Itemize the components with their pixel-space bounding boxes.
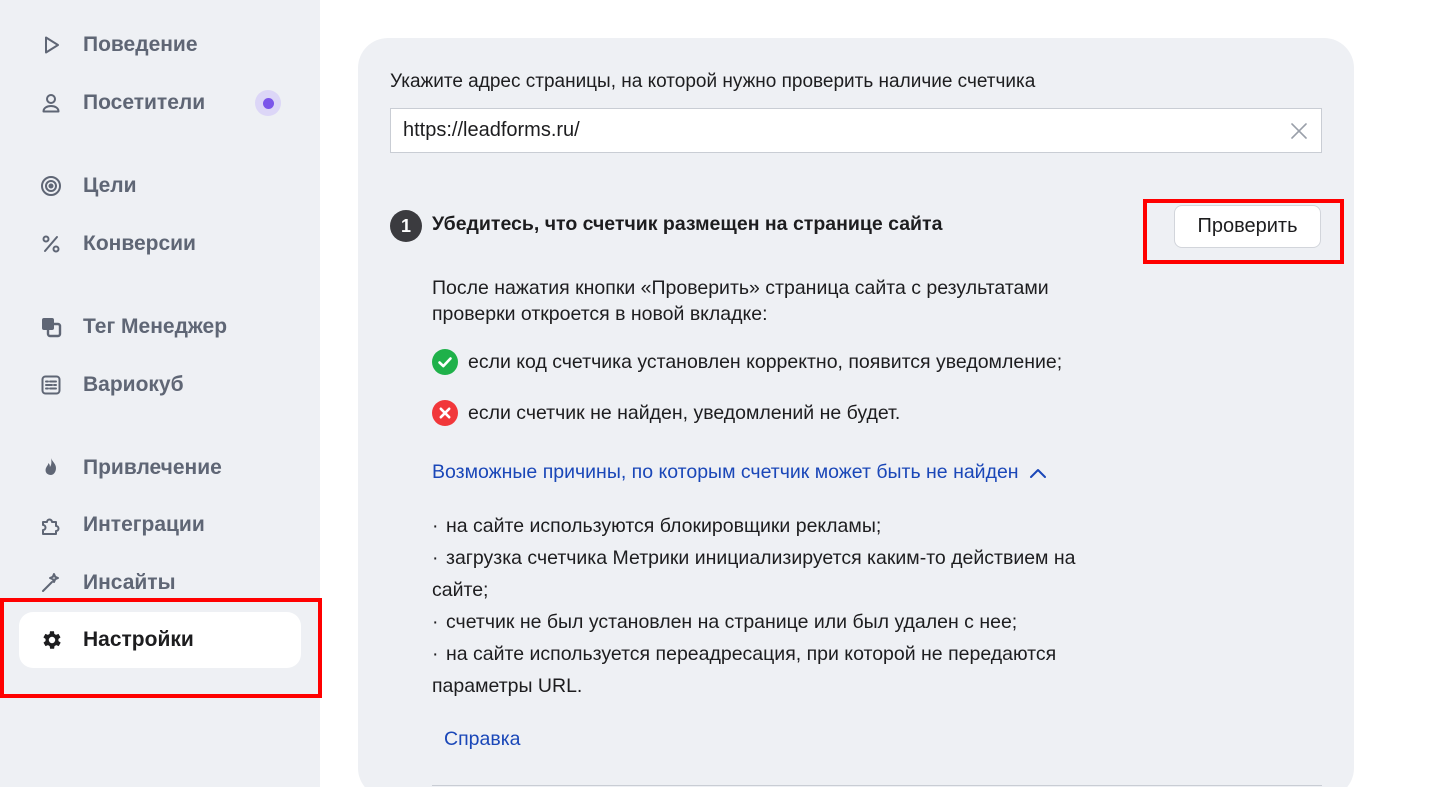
sidebar-item-label: Тег Менеджер bbox=[83, 315, 228, 338]
sidebar-item-acquisition[interactable]: Привлечение bbox=[19, 442, 301, 494]
sidebar-item-settings[interactable]: Настройки bbox=[19, 612, 301, 668]
reasons-list: · на сайте используются блокировщики рекл… bbox=[432, 510, 1152, 702]
gear-icon bbox=[38, 627, 64, 653]
sidebar-item-variocube[interactable]: Вариокуб bbox=[19, 359, 301, 411]
play-icon bbox=[38, 32, 64, 58]
step-number-badge: 1 bbox=[390, 210, 422, 242]
description-line: После нажатия кнопки «Проверить» страниц… bbox=[432, 277, 1049, 299]
step-title: Убедитесь, что счетчик размещен на стран… bbox=[432, 213, 943, 235]
help-link[interactable]: Справка bbox=[444, 728, 521, 751]
possible-reasons-label: Возможные причины, по которым счетчик мо… bbox=[432, 461, 1019, 483]
sidebar-item-insights[interactable]: Инсайты bbox=[19, 557, 301, 609]
status-fail-row: если счетчик не найден, уведомлений не б… bbox=[432, 400, 900, 426]
list-item: · на сайте используется переадресация, пр… bbox=[432, 643, 1057, 665]
error-circle-icon bbox=[432, 400, 458, 426]
flame-icon bbox=[38, 455, 64, 481]
sidebar-item-label: Инсайты bbox=[83, 571, 176, 594]
sidebar-item-conversions[interactable]: Конверсии bbox=[19, 218, 301, 270]
list-item-continuation: параметры URL. bbox=[432, 675, 583, 697]
sidebar-item-label: Интеграции bbox=[83, 513, 205, 536]
sidebar-item-behavior[interactable]: Поведение bbox=[19, 19, 301, 71]
sidebar-item-label: Посетители bbox=[83, 91, 206, 114]
url-field bbox=[390, 108, 1322, 153]
sidebar-item-label: Настройки bbox=[83, 628, 194, 651]
close-icon[interactable] bbox=[1289, 121, 1309, 141]
status-fail-text: если счетчик не найден, уведомлений не б… bbox=[468, 401, 901, 424]
sidebar-item-label: Конверсии bbox=[83, 232, 196, 255]
status-ok-text: если код счетчика установлен корректно, … bbox=[468, 350, 1063, 373]
new-badge-dot bbox=[255, 90, 281, 116]
sidebar-item-visitors[interactable]: Посетители bbox=[19, 77, 301, 129]
sidebar-item-label: Привлечение bbox=[83, 456, 222, 479]
url-prompt-label: Укажите адрес страницы, на которой нужно… bbox=[390, 71, 1036, 92]
puzzle-icon bbox=[38, 512, 64, 538]
step-description: После нажатия кнопки «Проверить» страниц… bbox=[432, 275, 1132, 327]
user-icon bbox=[38, 90, 64, 116]
check-button[interactable]: Проверить bbox=[1174, 205, 1321, 248]
url-input[interactable] bbox=[391, 109, 1251, 152]
list-item: · счетчик не был установлен на странице и… bbox=[432, 611, 1018, 633]
list-item: · загрузка счетчика Метрики инициализируе… bbox=[432, 547, 1076, 569]
sidebar-item-tag-manager[interactable]: Тег Менеджер bbox=[19, 301, 301, 353]
sidebar: Поведение Посетители Цели Конверсии Тег … bbox=[0, 0, 320, 787]
sidebar-item-label: Поведение bbox=[83, 33, 198, 56]
tag-manager-icon bbox=[38, 314, 64, 340]
divider bbox=[432, 785, 1322, 786]
list-item-continuation: сайте; bbox=[432, 579, 489, 601]
description-line: проверки откроется в новой вкладке: bbox=[432, 303, 768, 325]
chevron-up-icon bbox=[1027, 462, 1049, 484]
sidebar-item-label: Вариокуб bbox=[83, 373, 184, 396]
sidebar-item-label: Цели bbox=[83, 174, 137, 197]
target-icon bbox=[38, 173, 64, 199]
check-circle-icon bbox=[432, 349, 458, 375]
status-ok-row: если код счетчика установлен корректно, … bbox=[432, 349, 1062, 375]
percent-icon bbox=[38, 231, 64, 257]
possible-reasons-toggle[interactable]: Возможные причины, по которым счетчик мо… bbox=[432, 461, 1049, 484]
variocube-icon bbox=[38, 372, 64, 398]
sidebar-item-goals[interactable]: Цели bbox=[19, 160, 301, 212]
sparkle-wand-icon bbox=[38, 570, 64, 596]
sidebar-item-integrations[interactable]: Интеграции bbox=[19, 499, 301, 551]
list-item: · на сайте используются блокировщики рекл… bbox=[432, 515, 882, 537]
